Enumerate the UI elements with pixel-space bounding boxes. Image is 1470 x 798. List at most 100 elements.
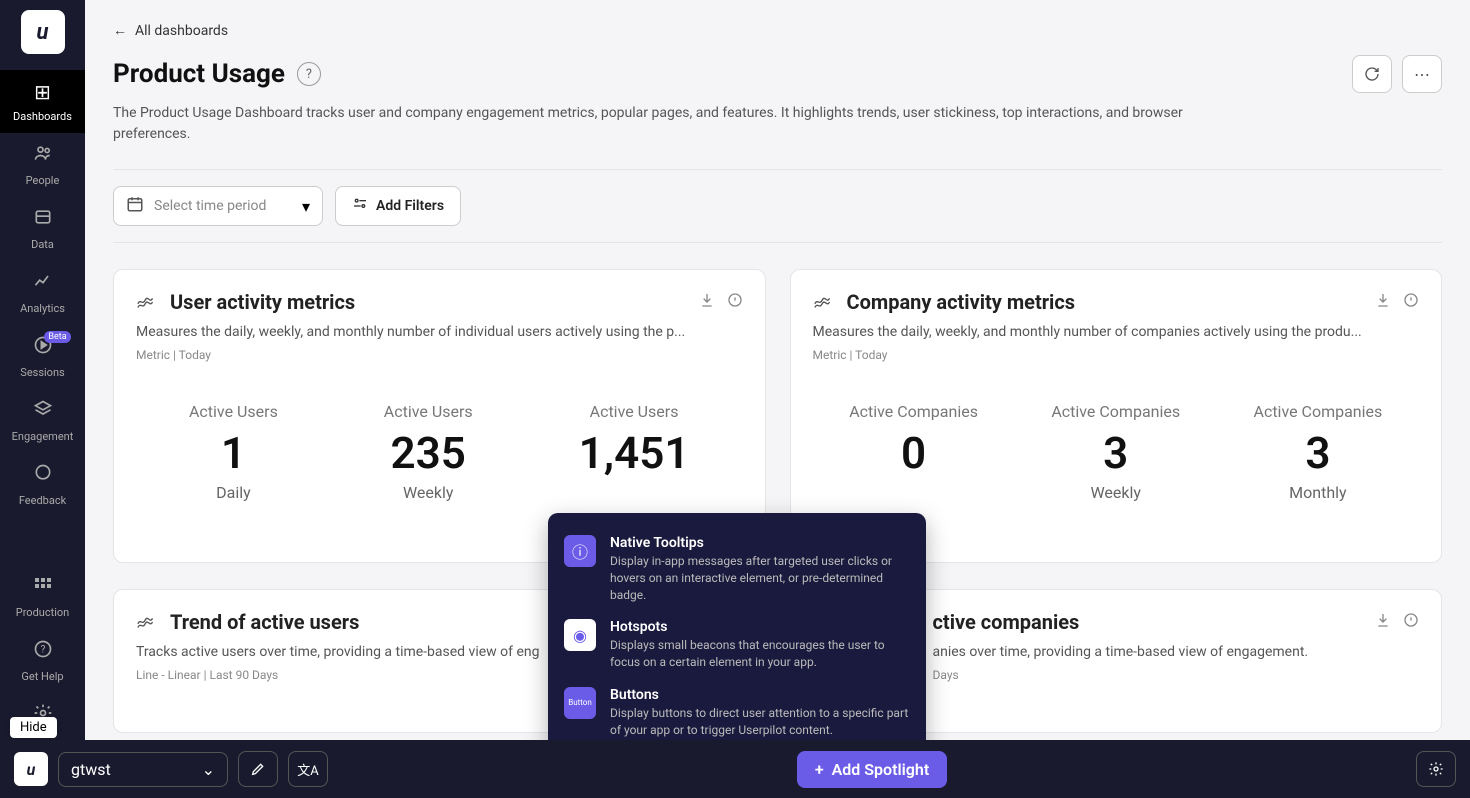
popover-item-desc: Displays small beacons that encourages t… [610, 637, 910, 671]
layers-icon [33, 399, 53, 424]
refresh-button[interactable] [1352, 55, 1392, 93]
nav-analytics[interactable]: Analytics [0, 261, 85, 325]
sidebar: u ⊞ Dashboards People Data Analytics Bet… [0, 0, 85, 798]
download-icon[interactable] [1375, 612, 1391, 632]
arrow-left-icon: ← [113, 22, 127, 39]
nav-label: People [26, 174, 60, 187]
environment-select[interactable]: gtwst ⌄ [58, 752, 228, 787]
popover-item-title: Hotspots [610, 619, 910, 635]
add-filters-label: Add Filters [376, 198, 444, 214]
metric-value: 3 [1254, 429, 1383, 477]
more-button[interactable]: ⋯ [1402, 55, 1442, 93]
info-icon[interactable] [727, 292, 743, 312]
app-logo[interactable]: u [21, 10, 65, 54]
help-button[interactable]: ? [297, 62, 321, 86]
popover-item-hotspots[interactable]: ◉ Hotspots Displays small beacons that e… [564, 611, 910, 679]
metric-label: Active Users [384, 402, 473, 421]
metric: Active Companies 0 [849, 402, 978, 502]
time-period-select[interactable]: Select time period ▾ [113, 186, 323, 226]
filter-icon [352, 196, 368, 216]
bottombar-logo[interactable]: u [14, 752, 48, 786]
nav-feedback[interactable]: Feedback [0, 453, 85, 517]
info-icon[interactable] [1403, 292, 1419, 312]
metric-period: Daily [189, 483, 278, 502]
add-filters-button[interactable]: Add Filters [335, 186, 461, 226]
card-title: User activity metrics [170, 290, 355, 314]
metric-label: Active Users [579, 402, 690, 421]
popover-item-desc: Display buttons to direct user attention… [610, 705, 910, 739]
line-chart-icon [136, 612, 158, 632]
card-meta: Metric | Today [136, 348, 743, 362]
add-spotlight-label: Add Spotlight [832, 760, 930, 779]
edit-button[interactable] [238, 751, 278, 787]
translate-button[interactable]: 文A [288, 751, 328, 787]
nav-label: Production [16, 606, 69, 619]
back-link[interactable]: ← All dashboards [113, 22, 228, 39]
grid-icon: ⊞ [34, 80, 51, 104]
card-title: Company activity metrics [847, 290, 1076, 314]
metric: Active Companies 3 Monthly [1254, 402, 1383, 502]
popover-item-tooltips[interactable]: ⓘ Native Tooltips Display in-app message… [564, 527, 910, 611]
metric-label: Active Companies [1254, 402, 1383, 421]
nav-label: Feedback [19, 494, 66, 507]
metric-label: Active Users [189, 402, 278, 421]
plus-icon: + [815, 760, 824, 779]
card-meta: Days [933, 668, 1420, 682]
page-description: The Product Usage Dashboard tracks user … [113, 103, 1243, 145]
metric-label: Active Companies [849, 402, 978, 421]
nav-gethelp[interactable]: ? Get Help [0, 629, 85, 693]
line-chart-icon [136, 292, 158, 312]
chevron-down-icon: ⌄ [202, 760, 215, 779]
card-title: ctive companies [933, 610, 1080, 634]
svg-text:?: ? [40, 644, 45, 655]
nav-label: Dashboards [13, 110, 72, 123]
popover-item-title: Buttons [610, 687, 910, 703]
env-value: gtwst [71, 760, 111, 779]
metric: Active Users 1,451 [579, 402, 690, 502]
metric-period: Weekly [384, 483, 473, 502]
card-desc: anies over time, providing a time-based … [933, 644, 1420, 660]
nav-data[interactable]: Data [0, 197, 85, 261]
metric: Active Users 1 Daily [189, 402, 278, 502]
nav-dashboards[interactable]: ⊞ Dashboards [0, 70, 85, 133]
translate-icon: 文A [297, 760, 318, 779]
more-icon: ⋯ [1414, 65, 1430, 84]
metric: Active Companies 3 Weekly [1051, 402, 1180, 502]
add-spotlight-button[interactable]: + Add Spotlight [797, 751, 947, 788]
nav-engagement[interactable]: Engagement [0, 389, 85, 453]
chat-icon [33, 463, 53, 488]
time-placeholder: Select time period [154, 198, 292, 214]
spotlight-popover: ⓘ Native Tooltips Display in-app message… [548, 513, 926, 761]
metric-period: Weekly [1051, 483, 1180, 502]
metric-period: Monthly [1254, 483, 1383, 502]
gear-icon [1428, 761, 1444, 777]
pencil-icon [250, 761, 266, 777]
bottom-bar: u gtwst ⌄ 文A + Add Spotlight [0, 740, 1470, 798]
database-icon [33, 207, 53, 232]
nav-production[interactable]: Production [0, 566, 85, 629]
metric-value: 0 [849, 429, 978, 477]
apps-icon [34, 576, 52, 600]
metric-value: 1,451 [579, 429, 690, 477]
beta-badge: Beta [44, 331, 70, 343]
info-icon[interactable] [1403, 612, 1419, 632]
settings-button[interactable] [1416, 751, 1456, 787]
hide-tooltip: Hide [10, 717, 57, 738]
nav-label: Sessions [20, 366, 64, 379]
card-meta: Metric | Today [813, 348, 1420, 362]
card-desc: Measures the daily, weekly, and monthly … [136, 324, 743, 340]
people-icon [33, 143, 53, 168]
chart-icon [33, 271, 53, 296]
refresh-icon [1364, 66, 1380, 82]
popover-item-buttons[interactable]: Button Buttons Display buttons to direct… [564, 679, 910, 747]
line-chart-icon [813, 292, 835, 312]
nav-sessions[interactable]: Beta Sessions [0, 325, 85, 389]
download-icon[interactable] [699, 292, 715, 312]
chevron-down-icon: ▾ [302, 197, 310, 216]
nav-label: Engagement [12, 430, 74, 443]
nav-label: Get Help [21, 670, 63, 683]
metric-value: 235 [384, 429, 473, 477]
metric-value: 3 [1051, 429, 1180, 477]
nav-people[interactable]: People [0, 133, 85, 197]
download-icon[interactable] [1375, 292, 1391, 312]
